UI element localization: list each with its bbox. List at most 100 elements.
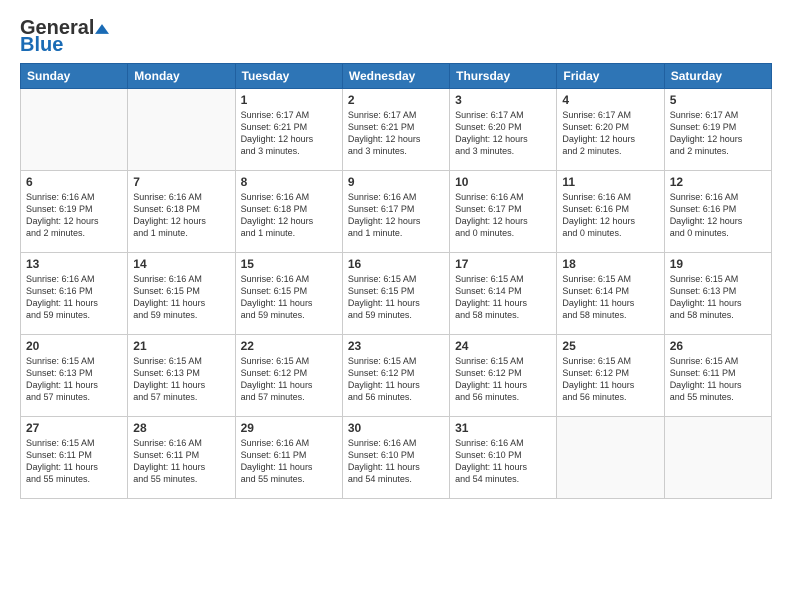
logo: General Blue: [20, 18, 109, 57]
day-info: Sunrise: 6:16 AM Sunset: 6:16 PM Dayligh…: [670, 191, 766, 240]
day-info: Sunrise: 6:15 AM Sunset: 6:11 PM Dayligh…: [26, 437, 122, 486]
calendar-cell: 2 Sunrise: 6:17 AM Sunset: 6:21 PM Daylig…: [342, 89, 449, 171]
calendar-week-1: 1Sunrise: 6:17 AM Sunset: 6:21 PM Daylig…: [21, 89, 772, 171]
day-number: 30: [348, 421, 444, 435]
calendar-cell: 1Sunrise: 6:17 AM Sunset: 6:21 PM Daylig…: [235, 89, 342, 171]
day-number: 20: [26, 339, 122, 353]
calendar-cell: 24 Sunrise: 6:15 AM Sunset: 6:12 PM Dayli…: [450, 335, 557, 417]
calendar-week-2: 6 Sunrise: 6:16 AM Sunset: 6:19 PM Daylig…: [21, 171, 772, 253]
calendar-cell: [128, 89, 235, 171]
calendar-cell: 3Sunrise: 6:17 AM Sunset: 6:20 PM Daylig…: [450, 89, 557, 171]
day-info: Sunrise: 6:16 AM Sunset: 6:15 PM Dayligh…: [133, 273, 229, 322]
day-info: Sunrise: 6:17 AM Sunset: 6:21 PM Dayligh…: [241, 109, 337, 158]
day-number: 25: [562, 339, 658, 353]
day-number: 2: [348, 93, 444, 107]
day-number: 27: [26, 421, 122, 435]
day-number: 15: [241, 257, 337, 271]
calendar-cell: [557, 417, 664, 499]
day-number: 13: [26, 257, 122, 271]
day-info: Sunrise: 6:15 AM Sunset: 6:12 PM Dayligh…: [348, 355, 444, 404]
day-number: 4: [562, 93, 658, 107]
calendar-cell: 30 Sunrise: 6:16 AM Sunset: 6:10 PM Dayli…: [342, 417, 449, 499]
day-info: Sunrise: 6:17 AM Sunset: 6:21 PM Dayligh…: [348, 109, 444, 158]
calendar-header-friday: Friday: [557, 64, 664, 89]
calendar-table: SundayMondayTuesdayWednesdayThursdayFrid…: [20, 63, 772, 499]
calendar-header-row: SundayMondayTuesdayWednesdayThursdayFrid…: [21, 64, 772, 89]
day-info: Sunrise: 6:16 AM Sunset: 6:11 PM Dayligh…: [241, 437, 337, 486]
day-info: Sunrise: 6:16 AM Sunset: 6:17 PM Dayligh…: [348, 191, 444, 240]
calendar-cell: 8Sunrise: 6:16 AM Sunset: 6:18 PM Daylig…: [235, 171, 342, 253]
day-info: Sunrise: 6:16 AM Sunset: 6:10 PM Dayligh…: [348, 437, 444, 486]
day-info: Sunrise: 6:15 AM Sunset: 6:14 PM Dayligh…: [455, 273, 551, 322]
day-info: Sunrise: 6:16 AM Sunset: 6:11 PM Dayligh…: [133, 437, 229, 486]
day-number: 26: [670, 339, 766, 353]
calendar-cell: [664, 417, 771, 499]
calendar-cell: 28 Sunrise: 6:16 AM Sunset: 6:11 PM Dayli…: [128, 417, 235, 499]
calendar-cell: 15 Sunrise: 6:16 AM Sunset: 6:15 PM Dayli…: [235, 253, 342, 335]
logo-icon: [95, 22, 109, 36]
day-info: Sunrise: 6:15 AM Sunset: 6:12 PM Dayligh…: [562, 355, 658, 404]
calendar-cell: 26Sunrise: 6:15 AM Sunset: 6:11 PM Dayli…: [664, 335, 771, 417]
day-number: 10: [455, 175, 551, 189]
calendar-cell: 20Sunrise: 6:15 AM Sunset: 6:13 PM Dayli…: [21, 335, 128, 417]
day-number: 6: [26, 175, 122, 189]
day-number: 14: [133, 257, 229, 271]
calendar-cell: 21 Sunrise: 6:15 AM Sunset: 6:13 PM Dayli…: [128, 335, 235, 417]
day-info: Sunrise: 6:15 AM Sunset: 6:12 PM Dayligh…: [241, 355, 337, 404]
calendar-week-4: 20 Sunrise: 6:15 AM Sunset: 6:13 PM Dayli…: [21, 335, 772, 417]
day-info: Sunrise: 6:16 AM Sunset: 6:17 PM Dayligh…: [455, 191, 551, 240]
day-info: Sunrise: 6:15 AM Sunset: 6:15 PM Dayligh…: [348, 273, 444, 322]
day-info: Sunrise: 6:16 AM Sunset: 6:16 PM Dayligh…: [26, 273, 122, 322]
calendar-cell: 31Sunrise: 6:16 AM Sunset: 6:10 PM Dayli…: [450, 417, 557, 499]
day-number: 19: [670, 257, 766, 271]
calendar-header-saturday: Saturday: [664, 64, 771, 89]
calendar-cell: 4 Sunrise: 6:17 AM Sunset: 6:20 PM Daylig…: [557, 89, 664, 171]
day-info: Sunrise: 6:16 AM Sunset: 6:10 PM Dayligh…: [455, 437, 551, 486]
day-number: 24: [455, 339, 551, 353]
calendar-header-monday: Monday: [128, 64, 235, 89]
calendar-cell: 14 Sunrise: 6:16 AM Sunset: 6:15 PM Dayli…: [128, 253, 235, 335]
day-number: 22: [241, 339, 337, 353]
calendar-cell: 18Sunrise: 6:15 AM Sunset: 6:14 PM Dayli…: [557, 253, 664, 335]
day-number: 11: [562, 175, 658, 189]
day-info: Sunrise: 6:15 AM Sunset: 6:13 PM Dayligh…: [133, 355, 229, 404]
calendar-cell: 9 Sunrise: 6:16 AM Sunset: 6:17 PM Daylig…: [342, 171, 449, 253]
calendar-cell: 13 Sunrise: 6:16 AM Sunset: 6:16 PM Dayli…: [21, 253, 128, 335]
calendar-cell: 29 Sunrise: 6:16 AM Sunset: 6:11 PM Dayli…: [235, 417, 342, 499]
day-number: 17: [455, 257, 551, 271]
calendar-header-tuesday: Tuesday: [235, 64, 342, 89]
header: General Blue: [20, 18, 772, 57]
calendar-week-5: 27 Sunrise: 6:15 AM Sunset: 6:11 PM Dayli…: [21, 417, 772, 499]
calendar-header-sunday: Sunday: [21, 64, 128, 89]
calendar-cell: 10 Sunrise: 6:16 AM Sunset: 6:17 PM Dayli…: [450, 171, 557, 253]
day-number: 9: [348, 175, 444, 189]
logo-blue-text: Blue: [20, 34, 63, 56]
calendar-cell: 12 Sunrise: 6:16 AM Sunset: 6:16 PM Dayli…: [664, 171, 771, 253]
day-info: Sunrise: 6:17 AM Sunset: 6:20 PM Dayligh…: [562, 109, 658, 158]
day-info: Sunrise: 6:15 AM Sunset: 6:12 PM Dayligh…: [455, 355, 551, 404]
calendar-cell: 16 Sunrise: 6:15 AM Sunset: 6:15 PM Dayli…: [342, 253, 449, 335]
day-number: 16: [348, 257, 444, 271]
calendar-header-wednesday: Wednesday: [342, 64, 449, 89]
day-number: 3: [455, 93, 551, 107]
day-number: 23: [348, 339, 444, 353]
calendar-cell: 22 Sunrise: 6:15 AM Sunset: 6:12 PM Dayli…: [235, 335, 342, 417]
calendar-cell: 27 Sunrise: 6:15 AM Sunset: 6:11 PM Dayli…: [21, 417, 128, 499]
day-info: Sunrise: 6:16 AM Sunset: 6:19 PM Dayligh…: [26, 191, 122, 240]
calendar-cell: 11Sunrise: 6:16 AM Sunset: 6:16 PM Dayli…: [557, 171, 664, 253]
day-info: Sunrise: 6:15 AM Sunset: 6:13 PM Dayligh…: [670, 273, 766, 322]
calendar-cell: [21, 89, 128, 171]
day-info: Sunrise: 6:16 AM Sunset: 6:15 PM Dayligh…: [241, 273, 337, 322]
day-number: 12: [670, 175, 766, 189]
calendar-week-3: 13 Sunrise: 6:16 AM Sunset: 6:16 PM Dayli…: [21, 253, 772, 335]
calendar-cell: 6 Sunrise: 6:16 AM Sunset: 6:19 PM Daylig…: [21, 171, 128, 253]
day-number: 5: [670, 93, 766, 107]
day-number: 29: [241, 421, 337, 435]
day-number: 7: [133, 175, 229, 189]
calendar-header-thursday: Thursday: [450, 64, 557, 89]
day-number: 21: [133, 339, 229, 353]
day-info: Sunrise: 6:16 AM Sunset: 6:18 PM Dayligh…: [241, 191, 337, 240]
calendar-cell: 25 Sunrise: 6:15 AM Sunset: 6:12 PM Dayli…: [557, 335, 664, 417]
day-info: Sunrise: 6:17 AM Sunset: 6:19 PM Dayligh…: [670, 109, 766, 158]
day-number: 28: [133, 421, 229, 435]
